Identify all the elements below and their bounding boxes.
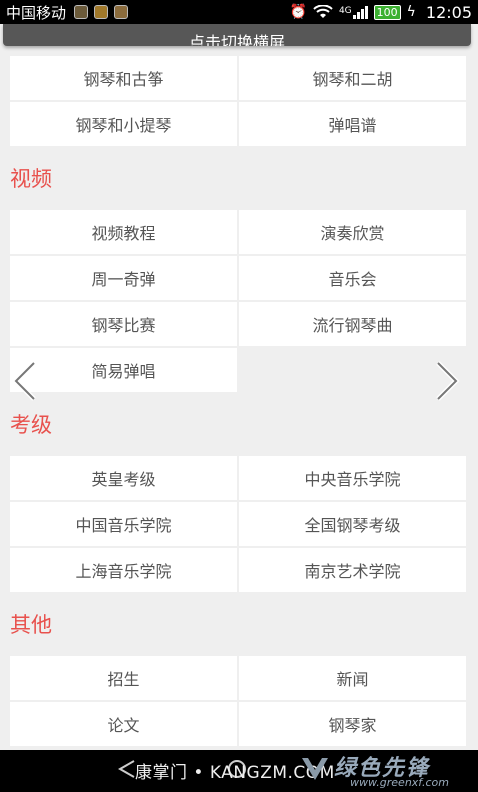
- top-grid: 钢琴和古筝 钢琴和二胡 钢琴和小提琴 弹唱谱: [10, 56, 466, 146]
- battery-indicator: 100: [373, 4, 401, 20]
- chevron-left-icon: [12, 361, 36, 401]
- other-grid: 招生 新闻 论文 钢琴家: [10, 656, 466, 746]
- grid-item[interactable]: 音乐会: [239, 256, 466, 300]
- grid-item[interactable]: 弹唱谱: [239, 102, 466, 146]
- grid-item[interactable]: 钢琴和古筝: [10, 56, 237, 100]
- charging-icon: ϟ: [406, 4, 416, 20]
- grid-item[interactable]: 钢琴和小提琴: [10, 102, 237, 146]
- grid-item[interactable]: 论文: [10, 702, 237, 746]
- prev-page-button[interactable]: [10, 360, 40, 402]
- grid-item[interactable]: 上海音乐学院: [10, 548, 237, 592]
- notification-app-icon: [74, 5, 89, 19]
- section-title-other: 其他: [10, 613, 52, 637]
- grid-item[interactable]: 钢琴家: [239, 702, 466, 746]
- status-icons: ⏰ 4G 100 ϟ 12:05: [290, 3, 473, 22]
- grid-item[interactable]: 南京艺术学院: [239, 548, 466, 592]
- notification-app-icon: [114, 5, 129, 19]
- section-title-exam: 考级: [10, 413, 52, 437]
- status-bar: 中国移动 ⏰ 4G 100 ϟ 12:05: [0, 0, 478, 24]
- notification-app-icon: [94, 5, 109, 19]
- grid-item[interactable]: 全国钢琴考级: [239, 502, 466, 546]
- watermark-url: www.greenxf.com: [350, 776, 449, 789]
- section-title-video: 视频: [10, 167, 52, 191]
- grid-item[interactable]: 演奏欣赏: [239, 210, 466, 254]
- signal-icon: 4G: [338, 5, 368, 19]
- main-content: 钢琴和古筝 钢琴和二胡 钢琴和小提琴 弹唱谱 视频 视频教程 演奏欣赏 周一奇弹…: [0, 56, 478, 746]
- rotate-screen-label: 点击切换横屏: [188, 33, 285, 46]
- grid-item[interactable]: 中央音乐学院: [239, 456, 466, 500]
- clock: 12:05: [425, 2, 472, 22]
- grid-item[interactable]: 英皇考级: [10, 456, 237, 500]
- exam-grid: 英皇考级 中央音乐学院 中国音乐学院 全国钢琴考级 上海音乐学院 南京艺术学院: [10, 456, 466, 592]
- next-page-button[interactable]: [432, 360, 462, 402]
- video-grid: 视频教程 演奏欣赏 周一奇弹 音乐会 钢琴比赛 流行钢琴曲 简易弹唱: [10, 210, 466, 392]
- grid-item[interactable]: 流行钢琴曲: [239, 302, 466, 346]
- grid-item[interactable]: 钢琴和二胡: [239, 56, 466, 100]
- grid-item[interactable]: 周一奇弹: [10, 256, 237, 300]
- grid-item[interactable]: 视频教程: [10, 210, 237, 254]
- grid-item[interactable]: 简易弹唱: [10, 348, 237, 392]
- watermark-logo-icon: [302, 758, 328, 780]
- grid-item[interactable]: 招生: [10, 656, 237, 700]
- chevron-right-icon: [436, 361, 460, 401]
- carrier-name: 中国移动: [6, 3, 67, 22]
- grid-item[interactable]: 中国音乐学院: [10, 502, 237, 546]
- wifi-icon: [313, 5, 333, 18]
- alarm-icon: ⏰: [289, 4, 307, 20]
- grid-item[interactable]: 新闻: [239, 656, 466, 700]
- rotate-screen-button[interactable]: 点击切换横屏: [3, 24, 471, 46]
- grid-item[interactable]: 钢琴比赛: [10, 302, 237, 346]
- navigation-bar: 康掌门 • KANGZM.COM 绿色先锋 www.greenxf.com: [0, 750, 478, 792]
- network-type: 4G: [338, 5, 352, 16]
